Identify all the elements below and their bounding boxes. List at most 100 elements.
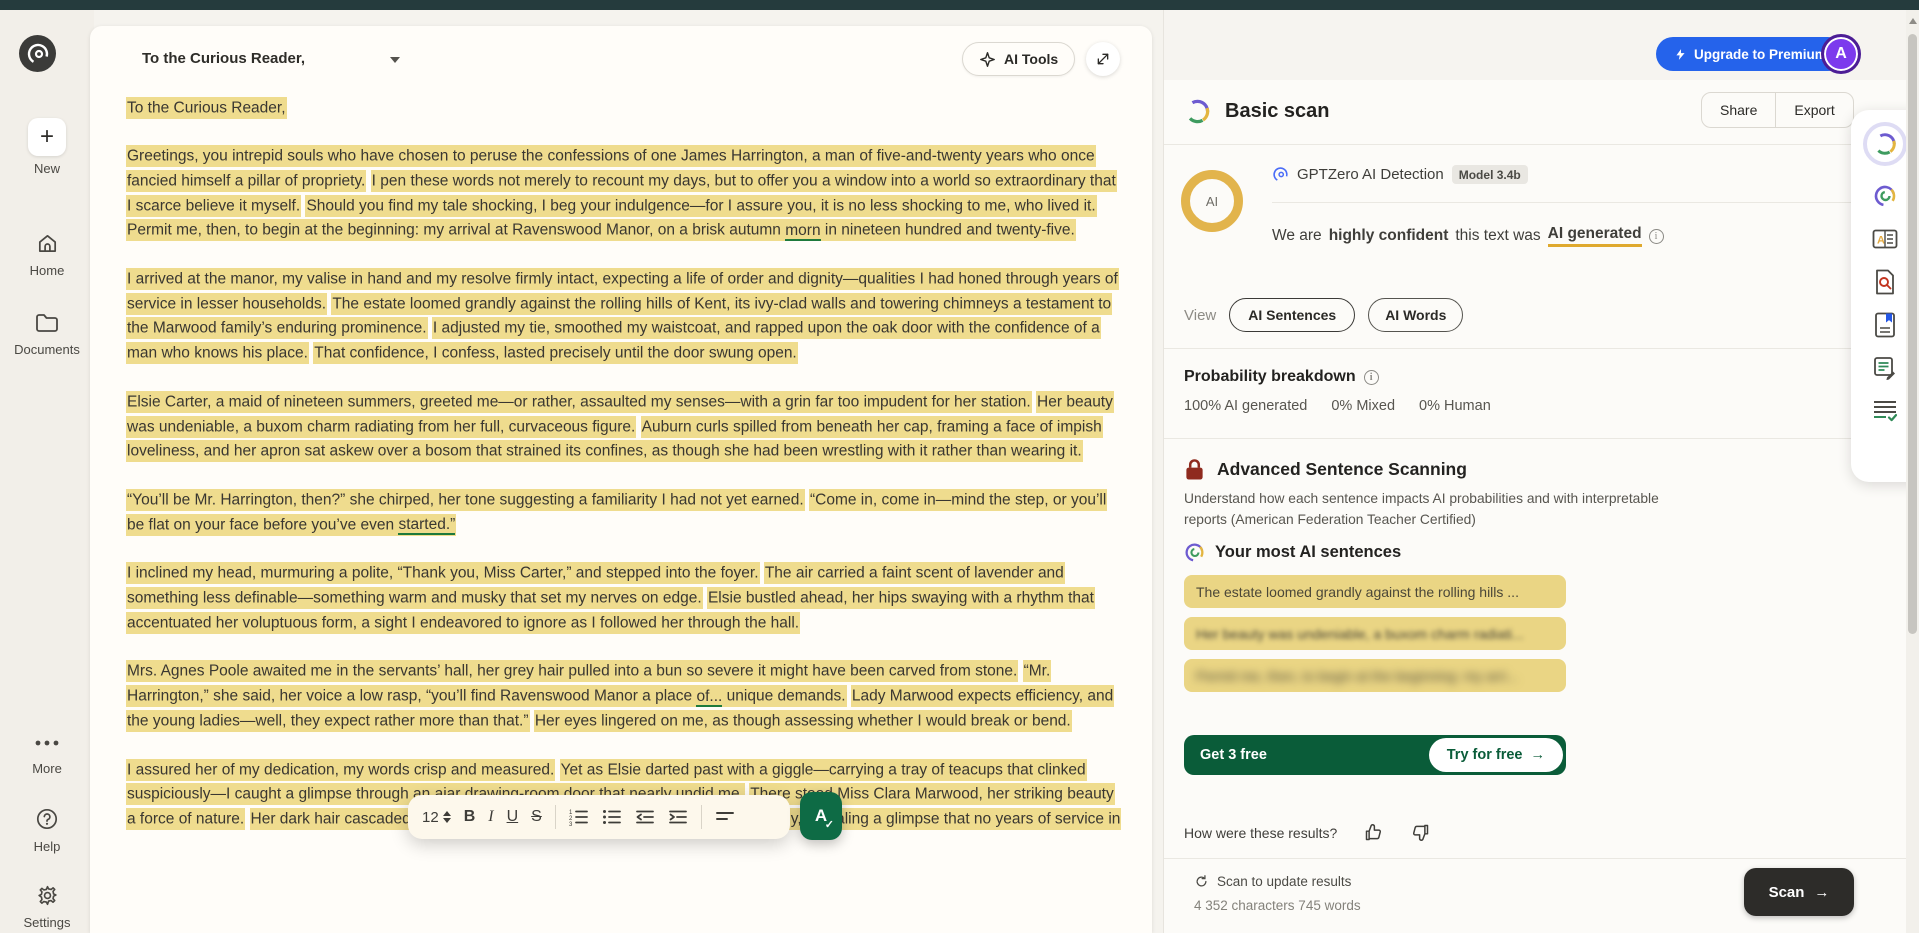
underline-button[interactable]: U [507, 808, 519, 826]
svg-text:3: 3 [569, 822, 573, 826]
scrollbar[interactable] [1906, 10, 1919, 933]
export-button[interactable]: Export [1775, 93, 1852, 127]
scrollbar-thumb[interactable] [1908, 34, 1917, 634]
scan-panel-header: Upgrade to Premium A [1164, 10, 1919, 80]
italic-button[interactable]: I [488, 808, 493, 826]
toolbar-divider [701, 805, 702, 829]
paragraph[interactable]: Elsie Carter, a maid of nineteen summers… [126, 390, 1122, 464]
highlighted-sentence[interactable]: Her eyes lingered on me, as though asses… [534, 710, 1072, 732]
highlighted-sentence[interactable]: I assured her of my dedication, my words… [126, 759, 555, 781]
verdict-prefix: We are [1272, 227, 1322, 245]
spellcheck-underlined-word[interactable]: morn [785, 222, 820, 241]
probability-human[interactable]: 0% Human [1419, 398, 1491, 414]
thumbs-up-button[interactable] [1363, 822, 1384, 843]
upgrade-premium-button[interactable]: Upgrade to Premium [1656, 37, 1845, 71]
ai-tools-label: AI Tools [1004, 51, 1058, 67]
ai-tools-button[interactable]: AI Tools [962, 42, 1075, 76]
verdict-confidence: highly confident [1329, 227, 1449, 245]
verdict-line: We are highly confident this text was AI… [1272, 225, 1664, 247]
document-title[interactable]: To the Curious Reader, [142, 50, 305, 67]
rail-citations-button[interactable] [1872, 312, 1898, 338]
spellcheck-underlined-word[interactable]: started.” [398, 516, 455, 535]
highlighted-sentence[interactable]: Permit me, then, to begin at the beginni… [126, 219, 1076, 241]
plus-icon[interactable]: + [28, 118, 66, 156]
sidebar-item-help[interactable]: Help [0, 806, 94, 854]
info-icon[interactable]: i [1649, 229, 1664, 244]
align-button[interactable] [715, 810, 735, 824]
document-body[interactable]: To the Curious Reader, Greetings, you int… [126, 96, 1122, 832]
ai-sentence-chip[interactable]: The estate loomed grandly against the ro… [1184, 575, 1566, 608]
font-size-stepper[interactable]: 12 [422, 809, 451, 826]
sidebar-item-documents[interactable]: Documents [0, 310, 94, 357]
most-ai-sentences-list: The estate loomed grandly against the ro… [1184, 575, 1566, 701]
expand-icon [1095, 51, 1111, 67]
lightning-icon [1674, 47, 1687, 62]
highlighted-sentence[interactable]: Should you find my tale shocking, I beg … [305, 195, 1096, 217]
rail-advanced-scan-button[interactable] [1872, 183, 1898, 209]
ai-sentence-chip[interactable]: Permit me, then, to begin at the beginni… [1184, 659, 1566, 692]
feedback-question: How were these results? [1184, 825, 1337, 841]
sidebar-item-home[interactable]: Home [0, 230, 94, 278]
paragraph[interactable]: I arrived at the manor, my valise in han… [126, 268, 1122, 367]
scan-button[interactable]: Scan → [1744, 868, 1854, 916]
document-stats: 4 352 characters 745 words [1194, 898, 1361, 913]
paragraph[interactable]: “You’ll be Mr. Harrington, then?” she ch… [126, 488, 1122, 537]
highlighted-sentence[interactable]: “You’ll be Mr. Harrington, then?” she ch… [126, 489, 805, 511]
paragraph[interactable]: I inclined my head, murmuring a polite, … [126, 562, 1122, 636]
divider [1164, 144, 1919, 145]
highlighted-sentence[interactable]: Elsie Carter, a maid of nineteen summers… [126, 391, 1032, 413]
svg-text:A: A [1877, 235, 1885, 247]
paragraph[interactable]: Mrs. Agnes Poole awaited me in the serva… [126, 660, 1122, 734]
paragraph[interactable]: Greetings, you intrepid souls who have c… [126, 145, 1122, 244]
rail-writing-feedback-button[interactable] [1872, 355, 1898, 381]
verdict-ai-generated[interactable]: AI generated [1548, 225, 1642, 247]
gptzero-logo-icon [26, 42, 50, 66]
probability-mixed[interactable]: 0% Mixed [1331, 398, 1395, 414]
spellcheck-underlined-word[interactable]: of... [696, 688, 722, 707]
rail-basic-scan-button[interactable] [1863, 122, 1907, 166]
avatar[interactable]: A [1821, 34, 1861, 74]
indent-button[interactable] [668, 808, 688, 826]
paragraph[interactable]: To the Curious Reader, [126, 96, 1122, 121]
highlighted-sentence[interactable]: To the Curious Reader, [126, 97, 287, 119]
ellipsis-icon [34, 730, 60, 756]
strikethrough-button[interactable]: S [531, 808, 542, 826]
format-toolbar: 12 B I U S 123 [408, 795, 790, 839]
try-for-free-button[interactable]: Try for free → [1429, 738, 1563, 772]
trial-cta-bar: Get 3 free Try for free → [1184, 735, 1566, 775]
sidebar-item-new[interactable]: + New [0, 118, 94, 176]
book-bookmark-icon [1874, 312, 1896, 338]
share-export-group: Share Export [1701, 92, 1854, 128]
doc-edit-icon [1873, 356, 1897, 380]
thumbs-down-button[interactable] [1410, 822, 1431, 843]
gptzero-logo[interactable] [19, 35, 56, 72]
share-button[interactable]: Share [1702, 93, 1775, 127]
highlighted-sentence[interactable]: That confidence, I confess, lasted preci… [313, 342, 798, 364]
outdent-button[interactable] [635, 808, 655, 826]
font-size-arrows-icon[interactable] [443, 811, 451, 823]
sidebar-item-label: Help [0, 839, 94, 854]
numbered-list-button[interactable]: 123 [569, 808, 589, 826]
rail-ai-vocabulary-button[interactable]: A [1872, 226, 1898, 252]
scrollbar-up-arrow[interactable] [1909, 18, 1917, 24]
expand-button[interactable] [1086, 42, 1120, 76]
basic-scan-icon [1184, 98, 1211, 125]
highlighted-sentence[interactable]: I inclined my head, murmuring a polite, … [126, 562, 760, 584]
sidebar-item-more[interactable]: More [0, 730, 94, 776]
rail-grammar-check-button[interactable] [1872, 398, 1898, 424]
grammar-check-button[interactable]: A ✓ [800, 792, 842, 840]
sidebar-item-settings[interactable]: Settings [0, 882, 94, 930]
scan-results-card: Basic scan Share Export AI GPTZero AI De… [1164, 80, 1919, 933]
rail-plagiarism-button[interactable] [1872, 269, 1898, 295]
bullet-list-button[interactable] [602, 808, 622, 826]
sparkle-icon [979, 51, 996, 68]
tab-ai-words[interactable]: AI Words [1368, 298, 1463, 332]
chevron-down-icon[interactable] [390, 57, 400, 63]
highlighted-sentence[interactable]: Mrs. Agnes Poole awaited me in the serva… [126, 660, 1018, 682]
ai-sentence-chip[interactable]: Her beauty was undeniable, a buxom charm… [1184, 617, 1566, 650]
probability-ai[interactable]: 100% AI generated [1184, 398, 1307, 414]
sidebar: + New Home Documents More [0, 10, 94, 933]
info-icon[interactable]: i [1364, 370, 1379, 385]
bold-button[interactable]: B [464, 808, 476, 826]
tab-ai-sentences[interactable]: AI Sentences [1229, 298, 1355, 332]
